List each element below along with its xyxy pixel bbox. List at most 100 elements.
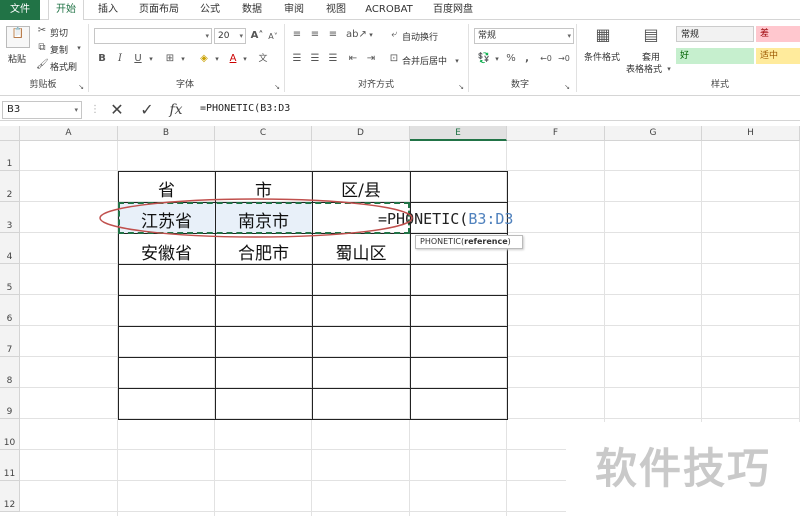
align-right-icon[interactable]: ☰: [326, 52, 340, 66]
font-color-dropdown-icon[interactable]: ▾: [240, 52, 250, 66]
paintbrush-icon: 🖌: [36, 59, 49, 70]
conditional-format-button[interactable]: 条件格式: [584, 50, 620, 63]
copy-button[interactable]: 复制: [50, 43, 68, 56]
tab-page-layout[interactable]: 页面布局: [132, 0, 186, 20]
format-table-line2[interactable]: 表格格式: [626, 62, 662, 75]
borders-icon[interactable]: ⊞: [162, 52, 178, 66]
row-header-3[interactable]: 3: [0, 202, 20, 233]
style-good[interactable]: 好: [676, 48, 754, 64]
style-normal[interactable]: 常规: [676, 26, 754, 42]
format-painter-button[interactable]: 格式刷: [50, 60, 77, 73]
column-header-f[interactable]: F: [507, 126, 605, 141]
table-border-horizontal: [118, 419, 508, 420]
column-header-b[interactable]: B: [118, 126, 215, 141]
merge-dropdown-icon[interactable]: ▾: [452, 54, 462, 68]
row-header-2[interactable]: 2: [0, 171, 20, 202]
align-top-icon[interactable]: ≡: [290, 28, 304, 42]
insert-function-icon[interactable]: fx: [166, 101, 186, 119]
row-header-7[interactable]: 7: [0, 326, 20, 357]
orientation-icon[interactable]: ab↗: [346, 28, 367, 42]
number-launcher-icon[interactable]: ↘: [562, 80, 572, 94]
column-header-a[interactable]: A: [20, 126, 118, 141]
tooltip-close-paren: ): [507, 237, 511, 246]
enter-icon[interactable]: ✓: [138, 101, 156, 119]
phonetic-icon[interactable]: 文: [256, 52, 270, 66]
orientation-dropdown-icon[interactable]: ▾: [366, 28, 376, 42]
fill-dropdown-icon[interactable]: ▾: [212, 52, 222, 66]
wrap-text-button[interactable]: 自动换行: [402, 30, 438, 43]
format-table-dropdown-icon[interactable]: ▾: [664, 62, 674, 76]
name-box[interactable]: B3 ▾: [2, 101, 82, 119]
decrease-indent-icon[interactable]: ⇤: [346, 52, 360, 66]
align-left-icon[interactable]: ☰: [290, 52, 304, 66]
increase-decimal-icon[interactable]: ←0: [538, 52, 554, 66]
cut-button[interactable]: 剪切: [50, 26, 68, 39]
edit-reference-text: B3:D3: [468, 210, 514, 228]
row-header-1[interactable]: 1: [0, 141, 20, 171]
styles-group-label: 样式: [710, 80, 729, 90]
grow-font-icon[interactable]: A˄: [250, 29, 264, 43]
tab-home[interactable]: 开始: [48, 0, 84, 21]
row-header-8[interactable]: 8: [0, 357, 20, 388]
font-launcher-icon[interactable]: ↘: [272, 80, 282, 94]
style-neutral[interactable]: 适中: [756, 48, 800, 64]
clipboard-launcher-icon[interactable]: ↘: [76, 80, 86, 94]
decrease-decimal-icon[interactable]: →0: [556, 52, 572, 66]
increase-indent-icon[interactable]: ⇥: [364, 52, 378, 66]
tab-review[interactable]: 审阅: [276, 0, 312, 20]
font-family-select[interactable]: ▾: [94, 28, 212, 44]
column-header-d[interactable]: D: [312, 126, 410, 141]
align-center-icon[interactable]: ☰: [308, 52, 322, 66]
percent-button[interactable]: %: [504, 52, 518, 66]
row-header-10[interactable]: 10: [0, 419, 20, 450]
italic-button[interactable]: I: [114, 52, 126, 66]
cancel-icon[interactable]: ✕: [108, 101, 126, 119]
column-header-e[interactable]: E: [410, 126, 507, 141]
alignment-launcher-icon[interactable]: ↘: [456, 80, 466, 94]
underline-dropdown-icon[interactable]: ▾: [146, 52, 156, 66]
number-format-value: 常规: [478, 31, 497, 41]
select-all-corner[interactable]: [0, 126, 20, 141]
copy-icon: ⧉: [38, 42, 46, 53]
shrink-font-icon[interactable]: A˅: [266, 30, 280, 44]
row-header-12[interactable]: 12: [0, 481, 20, 512]
copy-dropdown-icon[interactable]: ▾: [74, 41, 84, 55]
underline-button[interactable]: U: [132, 52, 144, 66]
borders-dropdown-icon[interactable]: ▾: [178, 52, 188, 66]
align-bottom-icon[interactable]: ≡: [326, 28, 340, 42]
row-header-11[interactable]: 11: [0, 450, 20, 481]
bold-button[interactable]: B: [96, 52, 108, 66]
row-header-9[interactable]: 9: [0, 388, 20, 419]
column-header-c[interactable]: C: [215, 126, 312, 141]
tab-formulas[interactable]: 公式: [192, 0, 228, 20]
font-color-icon[interactable]: A: [226, 52, 240, 66]
function-tooltip[interactable]: PHONETIC(reference): [415, 235, 523, 249]
tab-baidu-netdisk[interactable]: 百度网盘: [424, 0, 482, 20]
currency-icon[interactable]: 💱: [476, 52, 492, 66]
paste-icon[interactable]: 📋: [6, 26, 30, 48]
column-header-h[interactable]: H: [702, 126, 800, 141]
fill-color-icon[interactable]: ◈: [196, 52, 212, 66]
font-size-select[interactable]: 20 ▾: [214, 28, 246, 44]
tab-acrobat[interactable]: ACROBAT: [362, 0, 416, 20]
row-header-4[interactable]: 4: [0, 233, 20, 264]
number-format-select[interactable]: 常规 ▾: [474, 28, 574, 44]
row-header-6[interactable]: 6: [0, 295, 20, 326]
formula-bar: B3 ▾ ⋮ ✕ ✓ fx =PHONETIC(B3:D3: [0, 99, 800, 121]
worksheet[interactable]: ABCDEFGH 1 2 3 4 5 6 7 8 9 10 11 12 省 市 区/县 江苏省 南京市…: [0, 126, 800, 516]
tab-insert[interactable]: 插入: [90, 0, 126, 20]
tab-view[interactable]: 视图: [318, 0, 354, 20]
merge-center-button[interactable]: 合并后居中: [402, 54, 447, 67]
tab-file[interactable]: 文件: [0, 0, 40, 20]
annotation-ellipse: [99, 198, 413, 238]
watermark-text: 软件技巧: [566, 422, 800, 516]
comma-button[interactable]: ,: [520, 52, 534, 66]
row-header-5[interactable]: 5: [0, 264, 20, 295]
align-middle-icon[interactable]: ≡: [308, 28, 322, 42]
tab-data[interactable]: 数据: [234, 0, 270, 20]
currency-dropdown-icon[interactable]: ▾: [492, 52, 502, 66]
column-header-g[interactable]: G: [605, 126, 702, 141]
style-bad[interactable]: 差: [756, 26, 800, 42]
paste-button[interactable]: 粘贴: [8, 52, 26, 65]
formula-input[interactable]: =PHONETIC(B3:D3: [196, 101, 798, 119]
